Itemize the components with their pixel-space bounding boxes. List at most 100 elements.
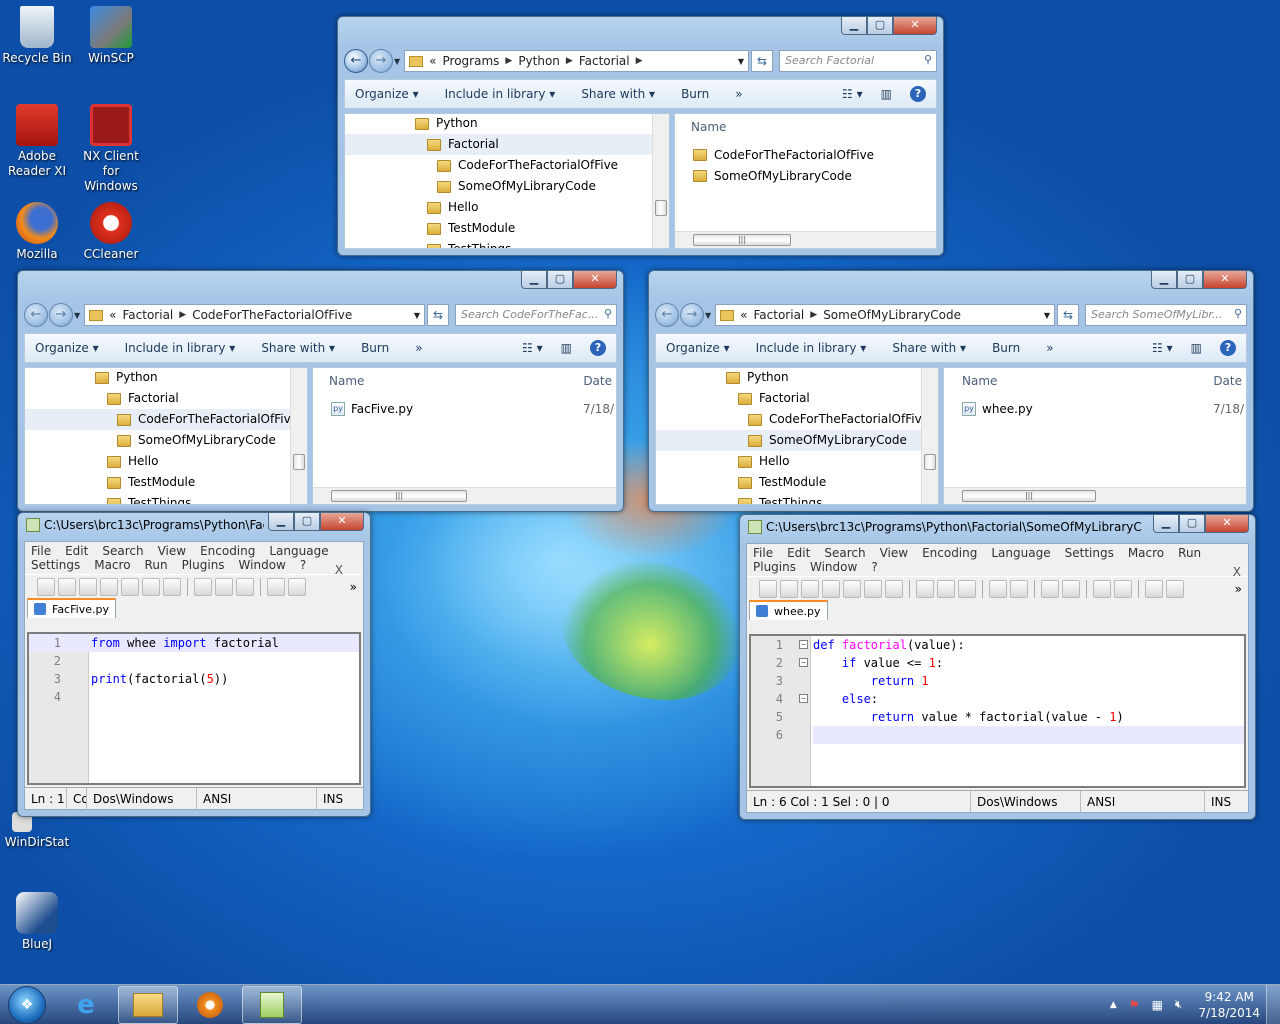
column-header-date[interactable]: Date xyxy=(583,374,612,388)
include-in-library-menu[interactable]: Include in library ▾ xyxy=(125,341,236,355)
new-file-icon[interactable] xyxy=(37,577,55,596)
save-icon[interactable] xyxy=(801,579,819,598)
taskbar-notepadpp[interactable] xyxy=(242,985,302,1024)
menu-file[interactable]: File xyxy=(31,544,51,558)
breadcrumb-overflow[interactable]: « xyxy=(429,54,436,68)
tree-item-factorial[interactable]: Factorial xyxy=(656,388,921,409)
search-input[interactable]: Search Factorial ⚲ xyxy=(779,50,937,72)
tree-item-testthings[interactable]: TestThings xyxy=(656,493,921,504)
desktop-icon-bluej[interactable]: BlueJ xyxy=(2,892,72,952)
more-commands-button[interactable]: » xyxy=(735,87,742,101)
redo-icon[interactable] xyxy=(288,577,306,596)
tree-item-codeforthefactorialoffive[interactable]: CodeForTheFactorialOfFive xyxy=(656,409,929,430)
menu-help[interactable]: ? xyxy=(300,558,306,572)
column-header-name[interactable]: Name xyxy=(691,120,726,134)
refresh-icon[interactable]: ⇆ xyxy=(1057,304,1079,326)
tree-item-hello[interactable]: Hello xyxy=(656,451,921,472)
desktop-icon-ccleaner[interactable]: CCleaner xyxy=(76,202,146,262)
file-list-hscrollbar[interactable]: ||| xyxy=(675,231,936,248)
tree-item-testmodule[interactable]: TestModule xyxy=(25,472,290,493)
new-file-icon[interactable] xyxy=(759,579,777,598)
toolbar-overflow-icon[interactable]: » xyxy=(350,580,357,594)
menu-window[interactable]: Window xyxy=(810,560,857,574)
help-icon[interactable]: ? xyxy=(1220,340,1236,356)
paste-icon[interactable] xyxy=(236,577,254,596)
menu-encoding[interactable]: Encoding xyxy=(922,546,977,560)
action-center-flag-icon[interactable]: ⚑ xyxy=(1129,998,1140,1012)
tree-item-python[interactable]: Python xyxy=(25,368,290,388)
replace-icon[interactable] xyxy=(1062,579,1080,598)
taskbar-media-player[interactable] xyxy=(180,986,240,1024)
tree-item-someofmylibrarycode[interactable]: SomeOfMyLibraryCode xyxy=(656,430,921,451)
breadcrumb-factorial[interactable]: Factorial xyxy=(754,308,805,322)
save-all-icon[interactable] xyxy=(822,579,840,598)
preview-pane-icon[interactable]: ▥ xyxy=(561,341,572,355)
back-icon[interactable]: ← xyxy=(344,49,368,73)
back-icon[interactable]: ← xyxy=(655,303,679,327)
menu-run[interactable]: Run xyxy=(145,558,168,572)
recent-pages-chevron-icon[interactable]: ▼ xyxy=(705,311,711,320)
minimize-button[interactable]: ▁ xyxy=(1151,271,1177,289)
address-bar[interactable]: « Factorial ▶ CodeForTheFactorialOfFive ▼ xyxy=(84,304,425,326)
sync-horizontal-icon[interactable] xyxy=(1166,579,1184,598)
menu-view[interactable]: View xyxy=(880,546,908,560)
menu-language[interactable]: Language xyxy=(991,546,1050,560)
share-with-menu[interactable]: Share with ▾ xyxy=(581,87,655,101)
cut-icon[interactable] xyxy=(194,577,212,596)
organize-menu[interactable]: Organize ▾ xyxy=(666,341,730,355)
menu-edit[interactable]: Edit xyxy=(65,544,88,558)
breadcrumb-factorial[interactable]: Factorial xyxy=(123,308,174,322)
save-icon[interactable] xyxy=(79,577,97,596)
desktop-icon-mozilla[interactable]: Mozilla xyxy=(2,202,72,262)
save-all-icon[interactable] xyxy=(100,577,118,596)
share-with-menu[interactable]: Share with ▾ xyxy=(892,341,966,355)
file-item-someofmylibrarycode[interactable]: SomeOfMyLibraryCode xyxy=(693,169,852,183)
maximize-button[interactable]: ▢ xyxy=(1179,515,1205,533)
tree-scrollbar[interactable] xyxy=(921,368,938,504)
breadcrumb-programs[interactable]: Programs xyxy=(443,54,500,68)
organize-menu[interactable]: Organize ▾ xyxy=(35,341,99,355)
zoom-out-icon[interactable] xyxy=(1114,579,1132,598)
address-dropdown-icon[interactable]: ▼ xyxy=(1044,311,1050,320)
refresh-icon[interactable]: ⇆ xyxy=(751,50,773,72)
open-file-icon[interactable] xyxy=(780,579,798,598)
close-button[interactable]: ✕ xyxy=(1205,515,1249,533)
open-file-icon[interactable] xyxy=(58,577,76,596)
menu-edit[interactable]: Edit xyxy=(787,546,810,560)
address-dropdown-icon[interactable]: ▼ xyxy=(414,311,420,320)
desktop-icon-recycle-bin[interactable]: Recycle Bin xyxy=(2,6,72,66)
menu-file[interactable]: File xyxy=(753,546,773,560)
code-editor[interactable]: 1− def factorial(value): 2− if value <= 1… xyxy=(749,634,1246,788)
address-dropdown-icon[interactable]: ▼ xyxy=(738,57,744,66)
cut-icon[interactable] xyxy=(916,579,934,598)
menu-plugins[interactable]: Plugins xyxy=(182,558,225,572)
menu-plugins[interactable]: Plugins xyxy=(753,560,796,574)
view-options-icon[interactable]: ☷ ▾ xyxy=(1152,341,1173,355)
tree-scrollbar[interactable] xyxy=(290,368,307,504)
menu-settings[interactable]: Settings xyxy=(31,558,80,572)
refresh-icon[interactable]: ⇆ xyxy=(427,304,449,326)
close-document-button[interactable]: X xyxy=(335,563,343,577)
fold-collapse-icon[interactable]: − xyxy=(799,658,808,667)
recent-pages-chevron-icon[interactable]: ▼ xyxy=(394,57,400,66)
paste-icon[interactable] xyxy=(958,579,976,598)
close-document-button[interactable]: X xyxy=(1233,565,1241,579)
close-button[interactable]: ✕ xyxy=(573,271,617,289)
breadcrumb-factorial[interactable]: Factorial xyxy=(579,54,630,68)
maximize-button[interactable]: ▢ xyxy=(1177,271,1203,289)
menu-window[interactable]: Window xyxy=(239,558,286,572)
zoom-in-icon[interactable] xyxy=(1093,579,1111,598)
close-all-icon[interactable] xyxy=(864,579,882,598)
tree-item-testthings[interactable]: TestThings xyxy=(25,493,290,504)
copy-icon[interactable] xyxy=(215,577,233,596)
redo-icon[interactable] xyxy=(1010,579,1028,598)
view-options-icon[interactable]: ☷ ▾ xyxy=(522,341,543,355)
tree-item-hello[interactable]: Hello xyxy=(25,451,290,472)
find-icon[interactable] xyxy=(1041,579,1059,598)
breadcrumb-someofmylibrarycode[interactable]: SomeOfMyLibraryCode xyxy=(823,308,961,322)
more-commands-button[interactable]: » xyxy=(415,341,422,355)
more-commands-button[interactable]: » xyxy=(1046,341,1053,355)
close-button[interactable]: ✕ xyxy=(320,513,364,531)
volume-muted-icon[interactable]: 🔇︎ xyxy=(1175,997,1183,1012)
help-icon[interactable]: ? xyxy=(910,86,926,102)
